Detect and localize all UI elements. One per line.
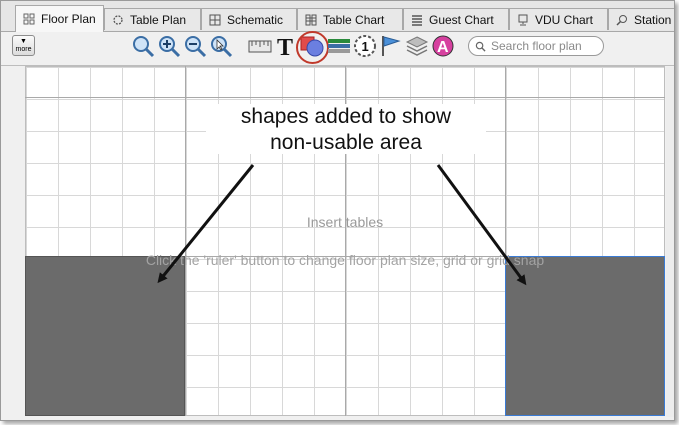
numbering-icon[interactable]: 1 bbox=[353, 34, 377, 58]
flag-icon[interactable] bbox=[379, 34, 403, 58]
list-icon bbox=[410, 14, 423, 26]
tab-label: Floor Plan bbox=[41, 12, 96, 26]
tab-guest-chart[interactable]: Guest Chart bbox=[403, 8, 509, 30]
toolbar: ▼ more T 1 A Search floor plan bbox=[1, 31, 674, 66]
tab-label: Table Plan bbox=[130, 12, 187, 27]
svg-text:1: 1 bbox=[362, 39, 369, 54]
svg-text:T: T bbox=[277, 35, 293, 58]
search-input[interactable] bbox=[491, 39, 596, 53]
zoom-select-icon[interactable] bbox=[209, 34, 233, 58]
tab-vdu-chart[interactable]: VDU Chart bbox=[509, 8, 608, 30]
layers-icon[interactable] bbox=[405, 34, 429, 58]
chart-icon bbox=[304, 14, 317, 26]
tab-label: Station bbox=[634, 12, 672, 27]
text-icon[interactable]: T bbox=[274, 34, 298, 58]
tab-label: Guest Chart bbox=[429, 12, 494, 27]
tab-schematic[interactable]: Schematic bbox=[201, 8, 297, 30]
search-icon bbox=[475, 41, 486, 52]
zoom-out-icon[interactable] bbox=[183, 34, 207, 58]
round-table-icon bbox=[111, 14, 124, 26]
highlight-circle bbox=[296, 31, 329, 64]
insert-tables-text: Insert tables bbox=[306, 214, 384, 230]
grid-major-line bbox=[25, 97, 665, 98]
annotation-line: shapes added to show bbox=[240, 105, 452, 128]
tab-label: Schematic bbox=[227, 12, 284, 27]
tab-label: Table Chart bbox=[323, 12, 385, 27]
tab-station[interactable]: Station bbox=[608, 8, 674, 30]
font-color-icon[interactable]: A bbox=[431, 34, 455, 58]
non-usable-area-shape-left[interactable] bbox=[25, 256, 185, 416]
tab-table-plan[interactable]: Table Plan bbox=[104, 8, 201, 30]
zoom-in-icon[interactable] bbox=[157, 34, 181, 58]
grid-icon bbox=[22, 13, 35, 25]
schematic-icon bbox=[208, 14, 221, 26]
tab-table-chart[interactable]: Table Chart bbox=[297, 8, 403, 30]
non-usable-area-shape-right[interactable] bbox=[505, 256, 665, 416]
search-box[interactable] bbox=[468, 36, 604, 56]
tab-label: VDU Chart bbox=[535, 12, 594, 27]
more-label: more bbox=[15, 46, 32, 53]
ruler-icon[interactable] bbox=[248, 34, 272, 58]
station-icon bbox=[615, 14, 628, 26]
ruler-hint-text: Click the 'ruler' button to change floor… bbox=[145, 252, 545, 268]
annotation-callout: shapes added to show non-usable area bbox=[206, 104, 486, 154]
tab-bar: Floor Plan Table Plan Schematic Table Ch… bbox=[1, 1, 674, 32]
monitor-icon bbox=[516, 14, 529, 26]
more-button[interactable]: ▼ more bbox=[12, 35, 35, 56]
tab-floor-plan[interactable]: Floor Plan bbox=[15, 5, 104, 32]
zoom-fit-icon[interactable] bbox=[131, 34, 155, 58]
color-bar-icon[interactable] bbox=[327, 34, 351, 58]
chevron-down-icon: ▼ bbox=[20, 38, 27, 45]
grid-major-line bbox=[185, 66, 186, 416]
svg-text:A: A bbox=[437, 39, 449, 56]
vertical-scrollbar[interactable] bbox=[666, 67, 674, 417]
annotation-line: non-usable area bbox=[270, 131, 422, 154]
